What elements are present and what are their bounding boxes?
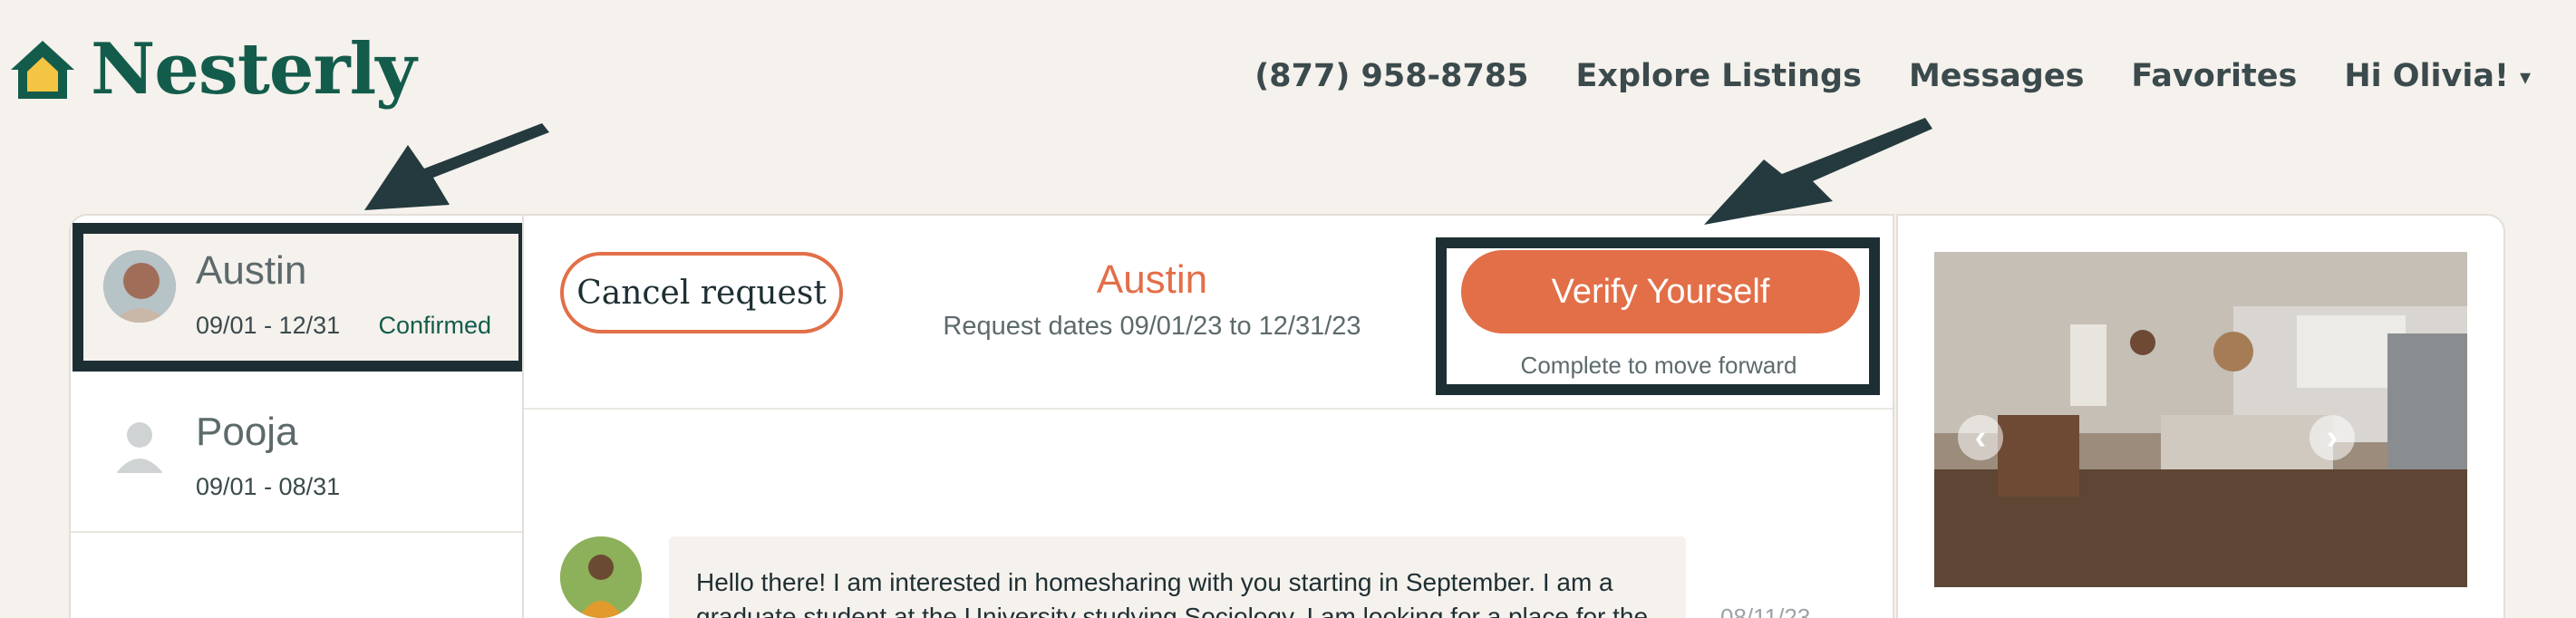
nav-phone[interactable]: (877) 958-8785 [1254, 58, 1528, 94]
verify-yourself-button[interactable]: Verify Yourself [1461, 250, 1860, 333]
brand-name: Nesterly [91, 28, 417, 111]
chevron-left-icon[interactable]: ‹ [1958, 415, 2003, 460]
listing-photo[interactable] [1934, 252, 2467, 587]
avatar-placeholder-icon [103, 408, 176, 480]
user-greeting: Hi Olivia! [2344, 58, 2509, 94]
logo[interactable]: Nesterly [7, 28, 417, 111]
chevron-down-icon: ▾ [2519, 64, 2531, 90]
avatar [103, 250, 176, 323]
conversation-item-austin[interactable]: Austin 09/01 - 12/31 Confirmed [71, 228, 524, 366]
verify-subtext: Complete to move forward [1520, 352, 1797, 379]
conversation-item-pooja[interactable]: Pooja 09/01 - 08/31 [71, 370, 524, 533]
house-icon [11, 41, 74, 99]
nav-explore-listings[interactable]: Explore Listings [1576, 58, 1862, 94]
user-menu[interactable]: Hi Olivia! ▾ [2344, 58, 2531, 94]
nav-messages[interactable]: Messages [1909, 58, 2084, 94]
conversation-list: Austin 09/01 - 12/31 Confirmed Pooja 09/… [69, 214, 524, 618]
cancel-request-button[interactable]: Cancel request [560, 252, 843, 333]
conversation-dates: 09/01 - 08/31 [196, 473, 341, 500]
divider [524, 408, 1893, 410]
status-badge: Confirmed [378, 312, 491, 339]
request-name: Austin [1096, 257, 1208, 302]
message-timestamp: 08/11/23 [1720, 604, 1811, 618]
arrow-icon [1704, 118, 1932, 225]
top-nav: (877) 958-8785 Explore Listings Messages… [1254, 58, 2531, 94]
conversation-name: Austin [196, 248, 307, 293]
nav-favorites[interactable]: Favorites [2131, 58, 2297, 94]
conversation-dates: 09/01 - 12/31 [196, 312, 341, 339]
message-bubble: Hello there! I am interested in homeshar… [669, 536, 1686, 618]
conversation-name: Pooja [196, 410, 298, 454]
avatar [560, 536, 642, 618]
request-dates: Request dates 09/01/23 to 12/31/23 [943, 312, 1361, 341]
chevron-right-icon[interactable]: › [2310, 415, 2355, 460]
arrow-icon [364, 123, 549, 210]
